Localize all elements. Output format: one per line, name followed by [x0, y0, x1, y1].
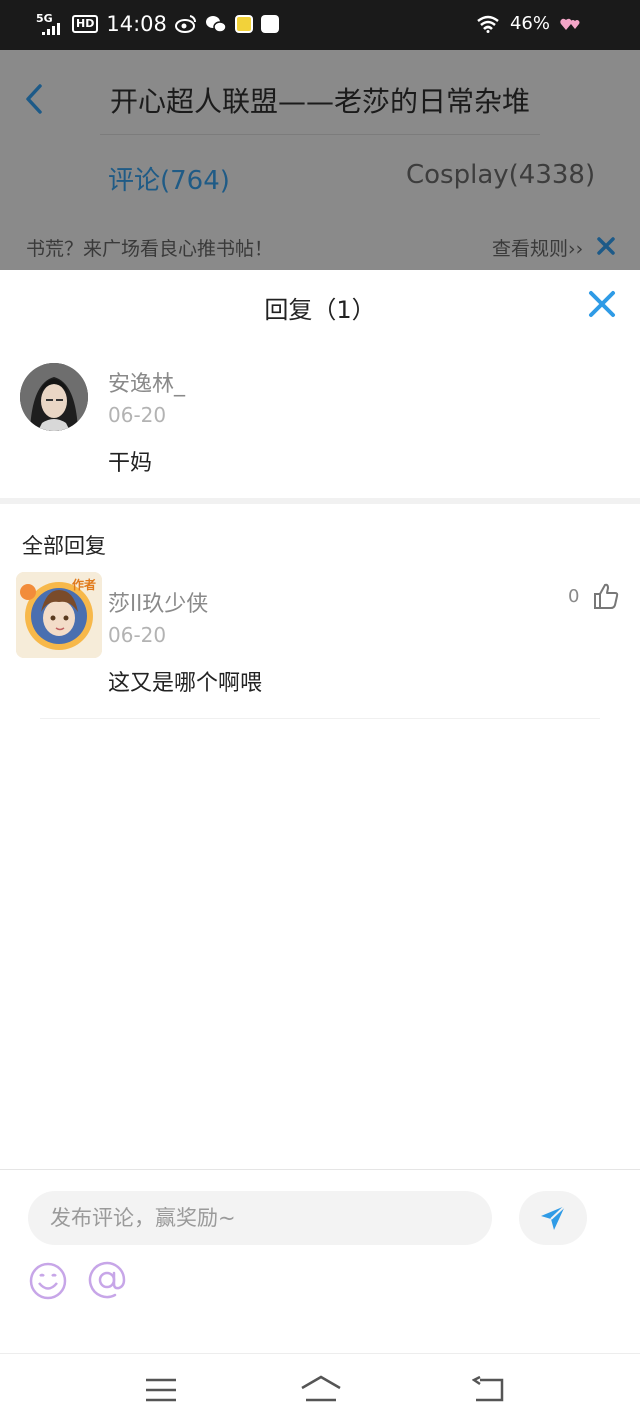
sheet-title: 回复（1） [264, 296, 376, 324]
reply-avatar[interactable]: 作者 [16, 572, 102, 658]
notice-text[interactable]: 书荒？来广场看良心推书帖！ [26, 234, 273, 261]
status-right: 46% [476, 13, 582, 34]
app-notification-icon [234, 15, 253, 33]
signal-icon: 5G [36, 13, 64, 35]
status-left: 5G HD 14:08 [36, 12, 279, 36]
close-notice-icon[interactable] [596, 236, 616, 256]
menu-icon[interactable] [145, 1378, 177, 1402]
send-button[interactable] [519, 1191, 587, 1245]
author-badge: 作者 [72, 578, 97, 592]
back-icon[interactable] [472, 1376, 504, 1402]
tab-cosplay[interactable]: Cosplay(4338) [406, 160, 595, 190]
header-divider [100, 134, 540, 135]
all-replies-title: 全部回复 [22, 534, 106, 558]
like-count: 0 [568, 586, 580, 607]
emoji-icon[interactable] [28, 1261, 68, 1301]
reply-content: 这又是哪个啊喂 [108, 671, 263, 696]
app-notification-icon-2 [260, 15, 279, 33]
avatar-image [20, 363, 88, 431]
battery-heart-icon [560, 18, 580, 30]
comment-input[interactable] [28, 1191, 492, 1245]
comment-content: 干妈 [108, 451, 153, 476]
battery-level: 46% [509, 13, 550, 34]
reply-divider [40, 718, 600, 719]
comment-date: 06-20 [108, 403, 167, 427]
send-icon [541, 1205, 566, 1230]
view-rules-link[interactable]: 查看规则›› [492, 234, 583, 261]
hd-badge: HD [72, 15, 99, 33]
status-bar: 5G HD 14:08 46% [0, 0, 640, 50]
page-title: 开心超人联盟——老莎的日常杂堆 [109, 85, 530, 118]
status-time: 14:08 [106, 12, 167, 36]
comment-author[interactable]: 安逸林_ [108, 366, 185, 398]
section-divider [0, 498, 640, 504]
at-icon[interactable] [86, 1259, 128, 1301]
reply-author[interactable]: 莎ll玖少侠 [108, 586, 208, 618]
tab-comments[interactable]: 评论(764) [108, 160, 230, 197]
home-icon[interactable] [300, 1374, 342, 1404]
reply-date: 06-20 [108, 623, 167, 647]
weibo-icon [174, 15, 196, 33]
thumbs-up-icon[interactable] [592, 582, 620, 610]
close-icon[interactable] [588, 290, 616, 318]
avatar[interactable] [20, 363, 88, 431]
wechat-icon [205, 16, 227, 33]
wifi-icon [477, 15, 499, 33]
